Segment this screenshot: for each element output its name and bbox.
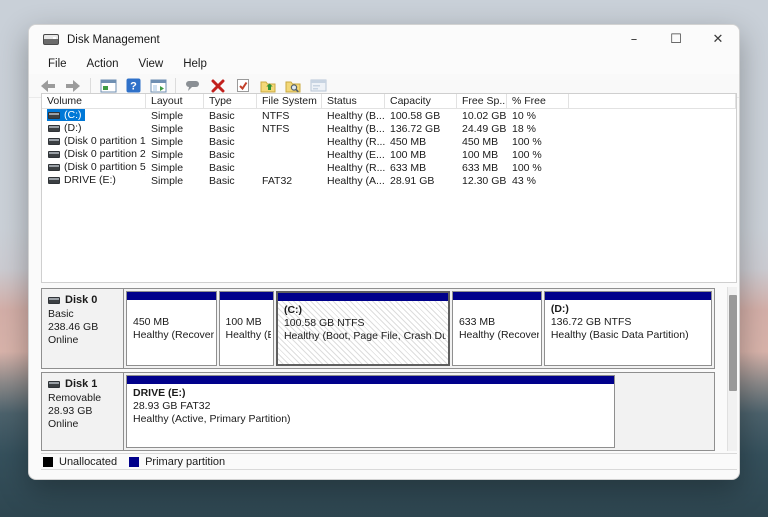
partition-e-drive[interactable]: DRIVE (E:) 28.93 GB FAT32 Healthy (Activ…	[126, 375, 615, 448]
column-header-layout[interactable]: Layout	[146, 94, 204, 108]
volume-list-header: Volume Layout Type File System Status Ca…	[42, 94, 736, 109]
unallocated-swatch	[43, 457, 53, 467]
title-bar: Disk Management – ☐ ✕	[29, 25, 739, 54]
disk-management-window: Disk Management – ☐ ✕ File Action View H…	[28, 24, 740, 480]
partition-color-band	[545, 292, 711, 300]
minimize-button[interactable]: –	[613, 25, 655, 54]
volume-icon	[48, 138, 60, 145]
volume-icon	[48, 151, 60, 158]
disk-1-row: Disk 1 Removable 28.93 GB Online DRIVE (…	[41, 372, 715, 451]
disk-kind: Removable	[48, 392, 119, 405]
column-header-volume[interactable]: Volume	[42, 94, 146, 108]
menu-help[interactable]: Help	[174, 56, 216, 72]
disk-drive-icon	[43, 34, 59, 45]
disk-0-label[interactable]: Disk 0 Basic 238.46 GB Online	[42, 289, 124, 368]
partition-color-band	[453, 292, 541, 300]
partition-d-drive[interactable]: (D:) 136.72 GB NTFS Healthy (Basic Data …	[544, 291, 712, 366]
menu-view[interactable]: View	[130, 56, 173, 72]
primary-partition-swatch	[129, 457, 139, 467]
volume-icon	[48, 164, 60, 171]
disk-size: 28.93 GB	[48, 405, 119, 418]
table-row[interactable]: (Disk 0 partition 1) Simple Basic Health…	[42, 135, 736, 148]
column-header-pctfree[interactable]: % Free	[507, 94, 569, 108]
table-row[interactable]: (Disk 0 partition 2) Simple Basic Health…	[42, 148, 736, 161]
partition-recovery-450mb[interactable]: 450 MB Healthy (Recovery	[126, 291, 217, 366]
volume-list: Volume Layout Type File System Status Ca…	[41, 93, 737, 283]
partition-efi-100mb[interactable]: 100 MB Healthy (EFI S	[219, 291, 274, 366]
column-header-filler	[569, 94, 736, 108]
disk-0-row: Disk 0 Basic 238.46 GB Online 450 MB Hea…	[41, 288, 715, 369]
table-row[interactable]: (C:) Simple Basic NTFS Healthy (B... 100…	[42, 109, 736, 122]
disk-icon	[48, 381, 60, 388]
column-header-capacity[interactable]: Capacity	[385, 94, 457, 108]
column-header-filesystem[interactable]: File System	[257, 94, 322, 108]
table-row[interactable]: (D:) Simple Basic NTFS Healthy (B... 136…	[42, 122, 736, 135]
disk-1-label[interactable]: Disk 1 Removable 28.93 GB Online	[42, 373, 124, 450]
partition-color-band	[127, 292, 216, 300]
partition-recovery-633mb[interactable]: 633 MB Healthy (Recovery F	[452, 291, 542, 366]
volume-icon	[48, 177, 60, 184]
menu-action[interactable]: Action	[78, 56, 128, 72]
partition-c-drive[interactable]: (C:) 100.58 GB NTFS Healthy (Boot, Page …	[276, 291, 450, 366]
svg-text:?: ?	[130, 81, 137, 93]
disk-state: Online	[48, 334, 119, 347]
table-row[interactable]: (Disk 0 partition 5) Simple Basic Health…	[42, 161, 736, 174]
maximize-button[interactable]: ☐	[655, 25, 697, 54]
close-button[interactable]: ✕	[697, 25, 739, 54]
volume-selection: (C:)	[47, 109, 85, 121]
disk-icon	[48, 297, 60, 304]
volume-icon	[48, 125, 60, 132]
column-header-freespace[interactable]: Free Sp...	[457, 94, 507, 108]
volume-icon	[48, 112, 60, 119]
column-header-type[interactable]: Type	[204, 94, 257, 108]
disk-size: 238.46 GB	[48, 321, 119, 334]
menu-file[interactable]: File	[39, 56, 76, 72]
primary-partition-label: Primary partition	[145, 456, 225, 468]
vertical-scrollbar[interactable]	[727, 287, 737, 451]
legend-bar: Unallocated Primary partition	[41, 453, 737, 470]
toolbar-separator	[175, 78, 176, 94]
partition-color-band	[127, 376, 614, 384]
disk-graphical-pane: Disk 0 Basic 238.46 GB Online 450 MB Hea…	[41, 287, 737, 451]
column-header-status[interactable]: Status	[322, 94, 385, 108]
partition-color-band	[220, 292, 273, 300]
menu-bar: File Action View Help	[29, 54, 739, 74]
table-row[interactable]: DRIVE (E:) Simple Basic FAT32 Healthy (A…	[42, 174, 736, 187]
disk-state: Online	[48, 418, 119, 431]
unallocated-label: Unallocated	[59, 456, 117, 468]
toolbar-separator	[90, 78, 91, 94]
scrollbar-thumb[interactable]	[729, 295, 737, 391]
window-title: Disk Management	[67, 34, 160, 46]
partition-color-band	[278, 293, 448, 301]
disk-1-empty-area	[617, 375, 712, 448]
disk-kind: Basic	[48, 308, 119, 321]
